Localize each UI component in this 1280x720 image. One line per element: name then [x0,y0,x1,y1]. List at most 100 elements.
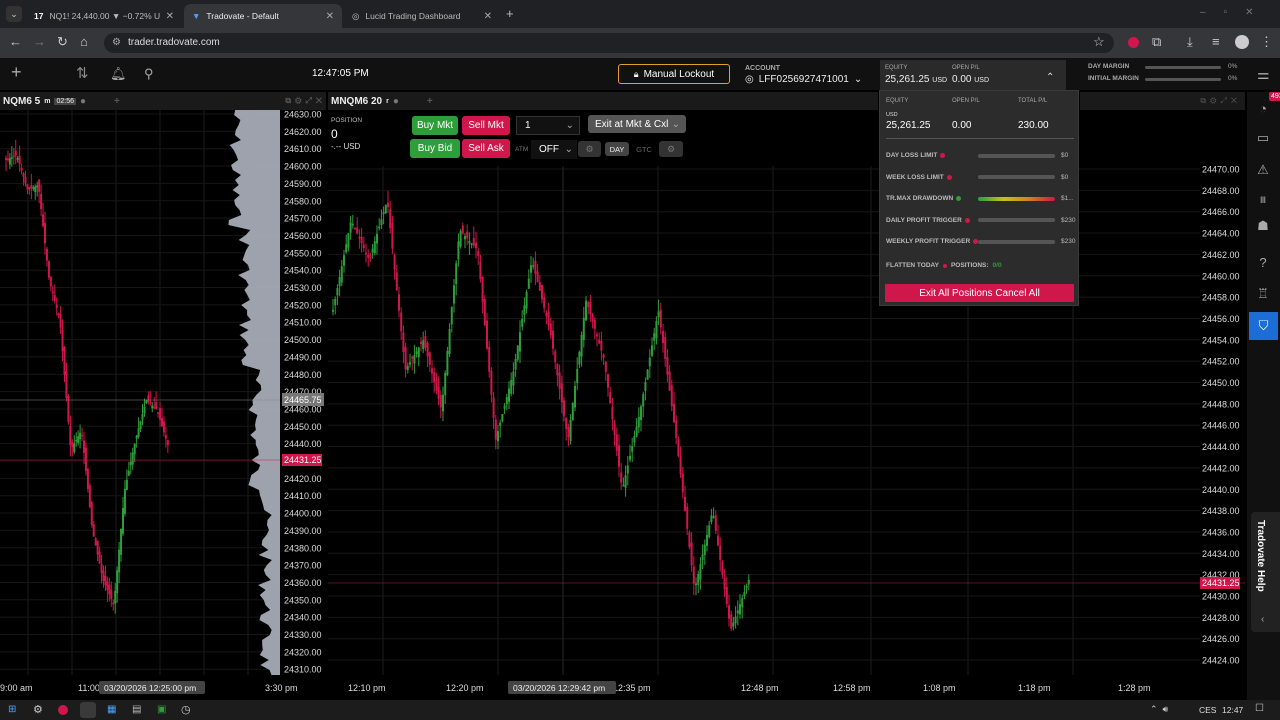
sell-market-button[interactable]: Sell Mkt [462,116,510,135]
calculator-icon[interactable]: ▤ [132,704,141,715]
candle-body [519,332,521,352]
panel-controls[interactable]: ⧉⚙⤢✕ [1200,96,1241,106]
buy-bid-button[interactable]: Buy Bid [410,139,460,158]
candle-body [578,351,581,365]
candle-body [45,248,48,261]
exit-at-market-button[interactable]: Exit at Mkt & Cxl ⌄ [588,115,686,133]
reload-icon[interactable]: ↻ [57,34,68,50]
shield-icon[interactable]: ⛉ [1249,312,1278,340]
help-circle-icon[interactable]: ? [1253,252,1273,272]
candle-body [118,549,121,573]
download-icon[interactable]: ⤓ [1187,34,1193,50]
main-chart-canvas[interactable]: 24470.00 24468.00 24466.00 24464.00 24462.00… [328,110,1245,700]
add-tab-icon[interactable]: + [114,96,120,107]
equity-toggle[interactable]: EQUITY 25,261.25 USD OPEN P/L 0.00 USD ⌃ [880,60,1066,90]
price-tick-label: 24444.00 [1202,442,1240,452]
add-tab-icon[interactable]: + [427,96,433,107]
extension-icon[interactable] [1128,37,1139,48]
windows-icon[interactable]: ⊞ [8,704,16,715]
close-icon[interactable]: ✕ [484,11,492,22]
candle-body [6,158,9,161]
window-controls[interactable]: –▫✕ [1200,7,1272,18]
gear-icon[interactable]: ⚙ [578,141,601,157]
candle-body [684,496,686,511]
chrome-icon[interactable] [80,702,96,718]
home-icon[interactable]: ⌂ [80,34,88,49]
search-icon[interactable]: ⚲ [144,66,154,82]
candle-body [10,157,13,159]
chevron-down-icon: ⌄ [565,120,574,131]
url-field[interactable]: trader.tradovate.com [104,33,1114,53]
sell-ask-button[interactable]: Sell Ask [462,139,510,158]
language-indicator[interactable]: CES [1199,705,1216,715]
panel-controls[interactable]: ⧉⚙⤢✕ [285,96,326,106]
candle-body [708,525,711,537]
reading-list-icon[interactable]: ≡ [1212,34,1220,49]
day-margin-pct: 0% [1228,63,1238,70]
site-info-icon[interactable]: ⚙ [112,37,121,48]
exit-all-button[interactable]: Exit All Positions Cancel All [885,284,1074,302]
candle-body [571,402,574,421]
settings-icon[interactable]: ⚙ [33,703,43,716]
chat-icon[interactable]: ▭ [1253,128,1273,148]
candle-body [5,157,7,160]
gear-icon[interactable]: ⚙ [659,141,683,157]
bars-icon[interactable]: Ⅲ [1253,190,1273,210]
back-icon[interactable]: ← [9,34,22,49]
store-icon[interactable]: ▦ [107,704,116,715]
notification-icon[interactable]: ☐ [1255,703,1264,714]
extensions-icon[interactable]: ⧉ [1152,34,1161,50]
tab-nq1[interactable]: 17 NQ1! 24,440.00 ▼ −0.72% Unn... ✕ [26,4,182,28]
tif-gtc-button[interactable]: GTC [632,142,656,156]
alert-icon[interactable]: ⚠ [1253,160,1273,180]
account-label: ACCOUNT [745,65,780,72]
candle-body [479,261,482,280]
forward-icon[interactable]: → [33,34,46,49]
tif-day-button[interactable]: DAY [605,142,629,156]
close-icon[interactable]: ✕ [326,11,334,22]
lock-icon: 🔒︎ [633,68,639,79]
candle-body [739,604,741,615]
candle-body [411,356,414,359]
atm-value: OFF [539,144,559,155]
globe-icon: ◎ [352,10,360,21]
menu-icon[interactable]: ⋮ [1260,34,1273,50]
excel-icon[interactable]: ▣ [157,704,166,715]
messages-icon[interactable]: ◔ [1253,98,1273,118]
main-chart-symbol[interactable]: MNQM6 20 [331,96,382,107]
account-selector[interactable]: ◎ LFF0256927471001 ⌄ [745,74,862,85]
candle-body [334,299,337,306]
bookmark-star-icon[interactable]: ☆ [1093,34,1105,50]
candle-body [123,488,126,514]
trophy-icon[interactable]: ♖ [1253,284,1273,304]
manual-lockout-button[interactable]: 🔒︎ Manual Lockout [618,64,730,84]
price-tick-label: 24448.00 [1202,399,1240,409]
tray-icons[interactable]: ⌃🔊︎ [1150,704,1173,715]
help-tab[interactable]: Tradovate Help ‹ [1251,512,1280,632]
left-chart-symbol[interactable]: NQM6 5 [3,96,40,107]
close-icon[interactable]: ✕ [166,11,174,22]
tab-search-button[interactable]: ⌄ [6,6,22,22]
new-tab-button[interactable]: + [506,6,514,21]
profile-avatar[interactable] [1235,35,1249,49]
left-chart-canvas[interactable]: 24630.00 24620.00 24610.00 24600.00 24590.00… [0,110,326,700]
sort-icon[interactable]: ⇅ [76,64,89,82]
app-icon[interactable] [58,705,68,715]
popup-totalpl-label: TOTAL P/L [1018,98,1048,104]
atm-select[interactable]: OFF ⌄ [531,140,577,159]
settings-sliders-icon[interactable]: ⚌ [1257,66,1270,83]
buy-market-button[interactable]: Buy Mkt [412,116,458,135]
bell-icon[interactable]: 🔔︎ [110,66,127,82]
quantity-select[interactable]: 1 ⌄ [516,116,580,135]
price-tick-label: 24420.00 [284,474,322,484]
candle-body [86,468,89,490]
tab-tradovate[interactable]: ▼ Tradovate - Default ✕ [184,4,342,28]
community-icon[interactable]: ☗ [1253,216,1273,236]
candle-body [486,320,488,349]
price-tick-label: 24550.00 [284,248,322,258]
clock-app-icon[interactable]: ◷ [181,703,191,716]
add-icon[interactable]: + [11,62,22,83]
taskbar-clock[interactable]: 12:47 [1222,705,1243,715]
account-id: LFF0256927471001 [758,74,849,85]
tab-lucid[interactable]: ◎ Lucid Trading Dashboard ✕ [344,4,500,28]
